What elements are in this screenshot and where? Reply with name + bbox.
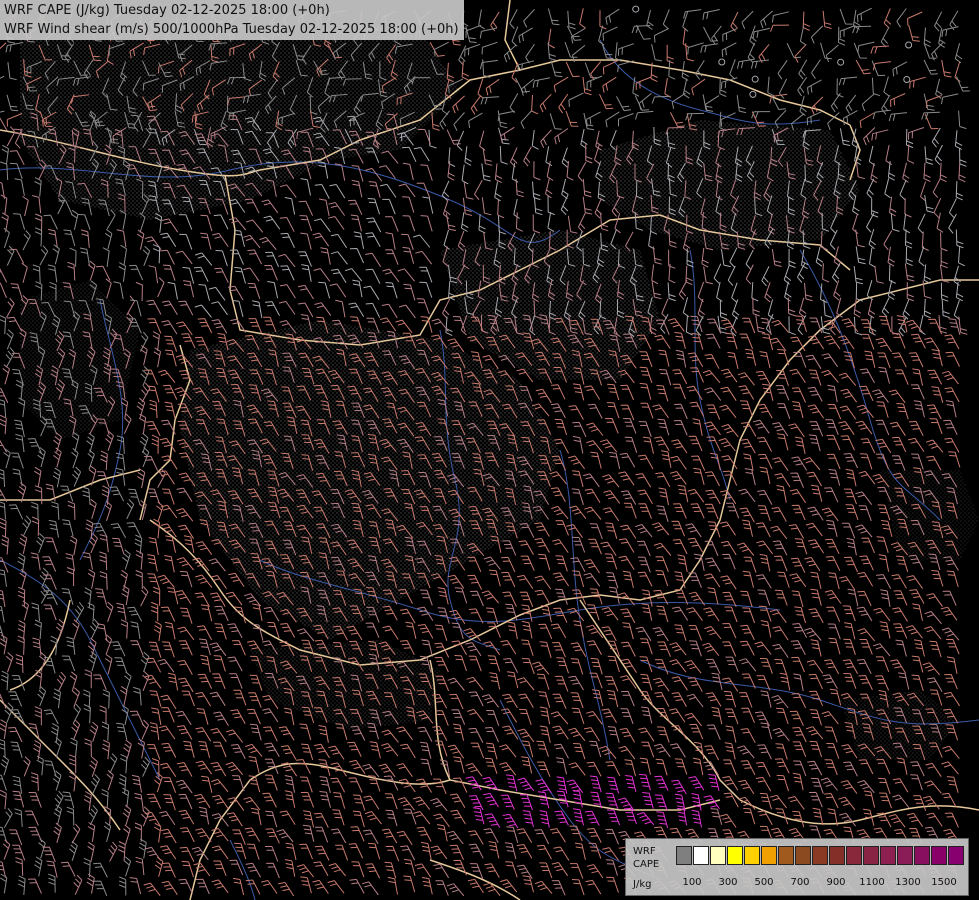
legend-swatch	[931, 846, 947, 865]
legend-swatch	[795, 846, 811, 865]
legend-tick-label: 1300	[895, 877, 921, 888]
legend-tick-label: 900	[826, 877, 846, 888]
legend-tick-label: 100	[682, 877, 702, 888]
legend-swatch	[727, 846, 743, 865]
legend-swatch	[676, 846, 692, 865]
legend-swatch	[710, 846, 726, 865]
legend-unit: J/kg	[633, 879, 652, 890]
legend-title-line2: CAPE	[633, 859, 660, 870]
legend-swatch	[744, 846, 760, 865]
cape-title: WRF CAPE (J/kg) Tuesday 02-12-2025 18:00…	[4, 3, 330, 18]
legend-tick-label: 500	[754, 877, 774, 888]
legend-tick-label: 300	[718, 877, 738, 888]
legend-tick-label: 1500	[931, 877, 957, 888]
legend-swatch	[829, 846, 845, 865]
legend-swatch	[812, 846, 828, 865]
legend-title-line1: WRF	[633, 846, 656, 857]
legend-swatch	[897, 846, 913, 865]
legend-swatch	[846, 846, 862, 865]
legend-swatch	[880, 846, 896, 865]
wind-shear-title: WRF Wind shear (m/s) 500/1000hPa Tuesday…	[4, 22, 459, 37]
legend-swatch	[914, 846, 930, 865]
legend-swatch	[778, 846, 794, 865]
legend-swatch	[693, 846, 709, 865]
legend-tick-label: 1100	[859, 877, 885, 888]
map-canvas	[0, 0, 979, 900]
legend-swatches	[676, 846, 965, 865]
legend-title: WRF CAPE	[633, 845, 659, 871]
map-title-box: WRF CAPE (J/kg) Tuesday 02-12-2025 18:00…	[0, 0, 464, 40]
legend-swatch	[948, 846, 964, 865]
cape-legend: WRF CAPE J/kg 100 300 500 700 900 1100 1300 150…	[625, 838, 969, 896]
legend-tick-label: 700	[790, 877, 810, 888]
legend-swatch	[863, 846, 879, 865]
legend-swatch	[761, 846, 777, 865]
